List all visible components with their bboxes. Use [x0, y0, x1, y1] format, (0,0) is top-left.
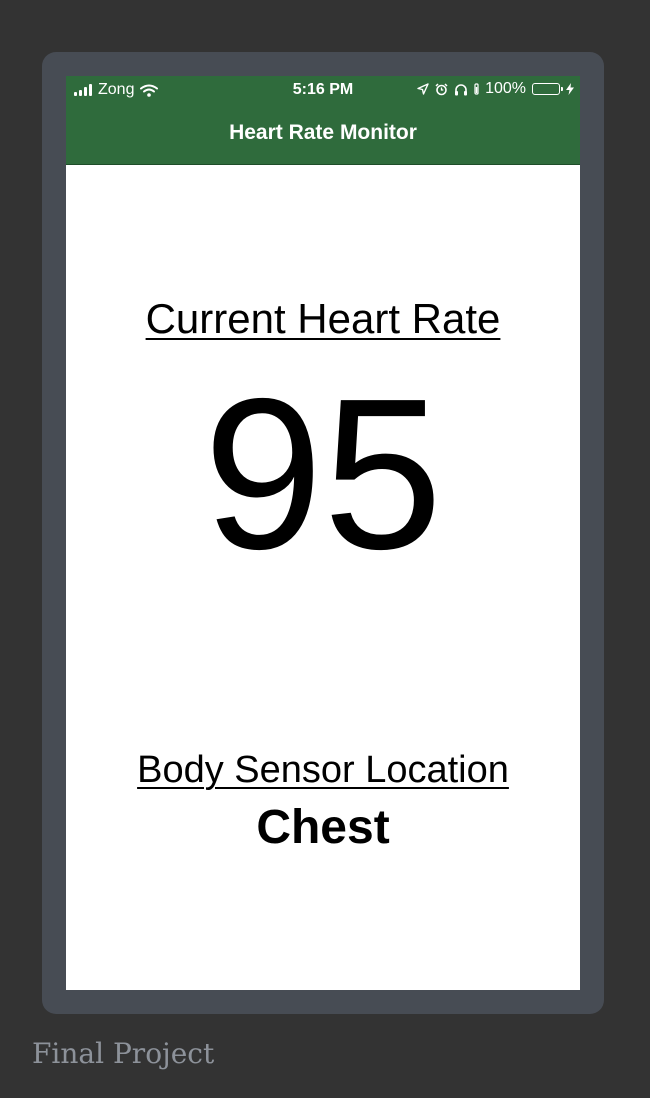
location-arrow-icon [417, 83, 429, 95]
heart-rate-value: 95 [203, 353, 443, 594]
status-right: 100% [417, 80, 574, 98]
navigation-bar: Heart Rate Monitor [66, 104, 580, 165]
sensor-location-value: Chest [256, 801, 390, 854]
charging-bolt-icon [566, 83, 574, 95]
heart-rate-label: Current Heart Rate [145, 295, 501, 342]
battery-icon [532, 83, 563, 95]
alarm-icon [435, 82, 448, 95]
status-bar: Zong 5:16 PM 100% [66, 76, 580, 104]
project-caption: Final Project [32, 1037, 215, 1070]
headphones-icon [455, 83, 468, 95]
bluetooth-level-icon [474, 83, 479, 95]
battery-percent: 100% [485, 80, 526, 97]
sensor-location-label: Body Sensor Location [137, 749, 509, 791]
nav-title: Heart Rate Monitor [229, 121, 417, 144]
app-screen: Zong 5:16 PM 100% Heart Rate Monitor Cur… [66, 76, 580, 990]
